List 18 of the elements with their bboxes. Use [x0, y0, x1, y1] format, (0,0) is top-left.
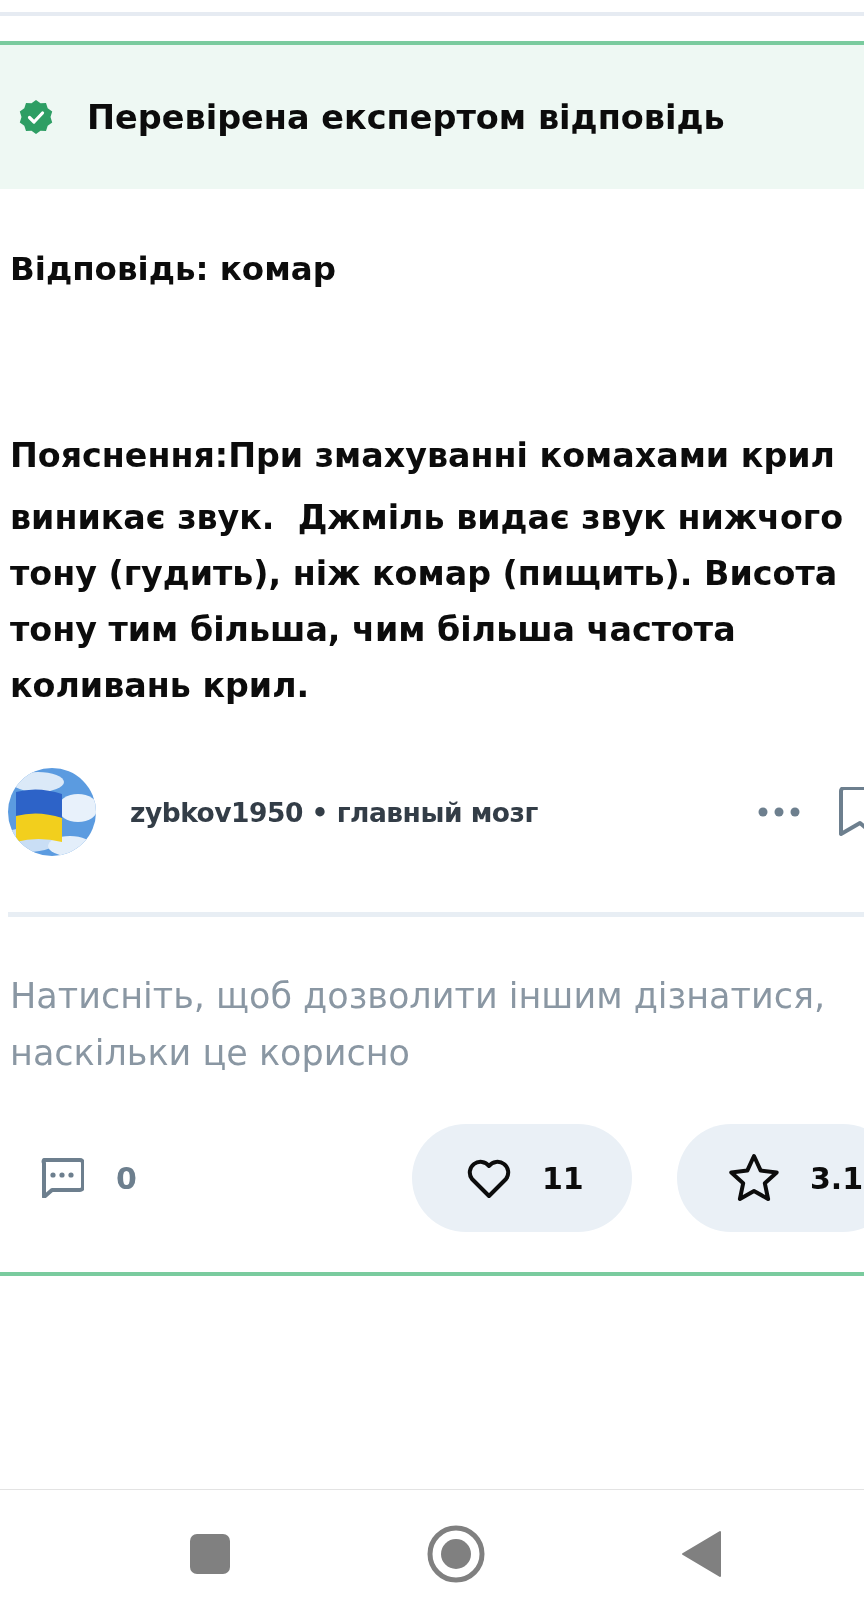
answer-text: Відповідь: комар: [9, 251, 337, 287]
rating-button[interactable]: 3.1: [677, 1124, 864, 1232]
comment-count: 0: [116, 1160, 137, 1196]
home-icon[interactable]: [427, 1525, 485, 1583]
more-options-icon[interactable]: [758, 807, 800, 817]
star-icon: [728, 1153, 780, 1203]
explanation-text: виникає звук. Джміль видає звук нижчого тону (гудить), ніж комар (пищить). Висота тону тим більша, чим більша частота коливань крил.: [10, 497, 845, 707]
comment-icon[interactable]: [40, 1158, 84, 1198]
rating-prompt: Натисніть, щоб дозволити іншим дізнатися, наскільки це корисно: [9, 975, 827, 1075]
recent-apps-icon[interactable]: [189, 1533, 231, 1575]
verified-badge-icon: [18, 99, 54, 135]
like-button[interactable]: 11: [412, 1124, 632, 1232]
verified-answer-title: Перевірена експертом відповідь: [87, 97, 725, 137]
heart-icon: [466, 1157, 512, 1199]
back-icon[interactable]: [681, 1530, 723, 1578]
author-name[interactable]: zybkov1950 • главный мозг: [130, 796, 758, 828]
bookmark-icon[interactable]: [838, 787, 864, 837]
explanation-text: Пояснення:При змахуванні комахами крил: [10, 435, 836, 477]
